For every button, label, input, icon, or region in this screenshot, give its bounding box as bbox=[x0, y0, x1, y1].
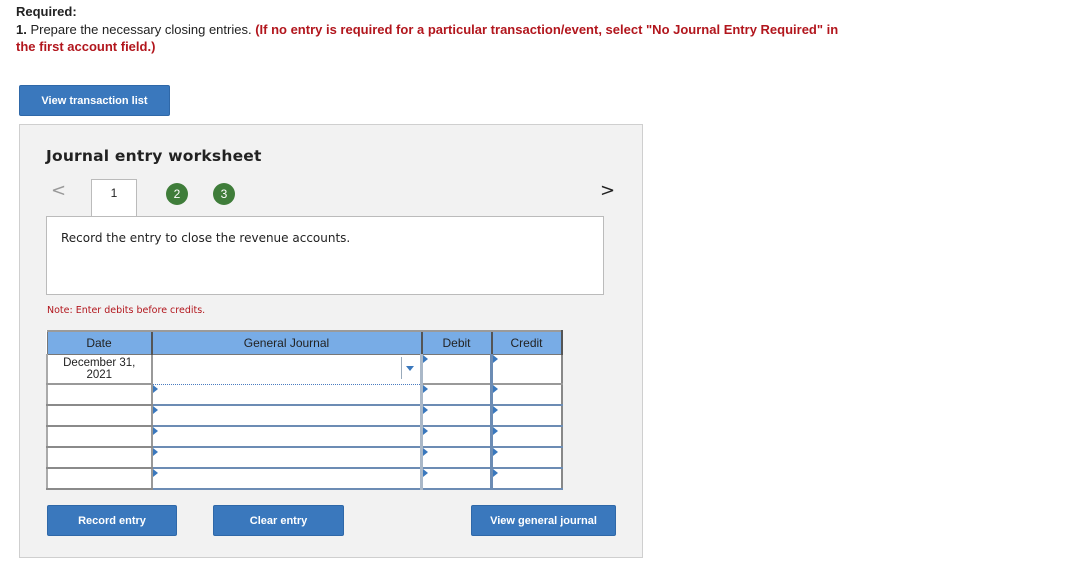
requirement-text: 1. Prepare the necessary closing entries… bbox=[16, 21, 856, 55]
input-marker-icon bbox=[493, 355, 498, 363]
table-header-row: Date General Journal Debit Credit bbox=[46, 330, 563, 355]
input-marker-icon bbox=[152, 427, 158, 435]
date-line: 2021 bbox=[86, 369, 113, 381]
tab-entry-1-label: 1 bbox=[110, 186, 118, 200]
input-marker-icon bbox=[423, 406, 428, 414]
table-row: December 31, 2021 bbox=[46, 354, 563, 385]
header-general-journal: General Journal bbox=[150, 330, 422, 355]
tab-entry-2[interactable]: 2 bbox=[166, 183, 188, 205]
input-marker-icon bbox=[423, 448, 428, 456]
input-marker-icon bbox=[423, 469, 428, 477]
credit-input[interactable] bbox=[491, 468, 563, 490]
date-cell bbox=[46, 384, 153, 406]
input-marker-icon bbox=[423, 427, 428, 435]
input-marker-icon bbox=[152, 406, 158, 414]
worksheet-title: Journal entry worksheet bbox=[46, 147, 262, 165]
input-marker-icon bbox=[423, 355, 428, 363]
input-marker-icon bbox=[152, 448, 158, 456]
credit-input[interactable] bbox=[491, 354, 563, 385]
header-credit: Credit bbox=[490, 330, 563, 355]
credit-input[interactable] bbox=[491, 426, 563, 448]
account-input[interactable] bbox=[151, 468, 423, 490]
debit-input[interactable] bbox=[421, 354, 493, 385]
table-row bbox=[46, 384, 563, 406]
tab-entry-1[interactable]: 1 bbox=[91, 179, 137, 216]
date-cell bbox=[46, 468, 153, 490]
requirement-description: Prepare the necessary closing entries. bbox=[26, 22, 252, 37]
account-input[interactable] bbox=[151, 405, 423, 427]
debit-input[interactable] bbox=[421, 426, 493, 448]
debit-input[interactable] bbox=[421, 405, 493, 427]
view-transaction-list-button[interactable]: View transaction list bbox=[19, 85, 170, 116]
table-row bbox=[46, 447, 563, 469]
input-marker-icon bbox=[493, 448, 498, 456]
credit-input[interactable] bbox=[491, 384, 563, 406]
credit-input[interactable] bbox=[491, 405, 563, 427]
table-row bbox=[46, 468, 563, 490]
journal-entry-worksheet-panel: Journal entry worksheet < 1 2 3 > Record… bbox=[19, 124, 643, 558]
note-text: Note: Enter debits before credits. bbox=[47, 305, 206, 316]
required-heading: Required: bbox=[16, 4, 77, 19]
requirement-number: 1. bbox=[16, 22, 27, 37]
account-input[interactable] bbox=[151, 426, 423, 448]
debit-input[interactable] bbox=[421, 468, 493, 490]
dropdown-arrow-icon[interactable] bbox=[401, 357, 418, 379]
date-cell: December 31, 2021 bbox=[46, 354, 153, 385]
input-marker-icon bbox=[152, 469, 158, 477]
record-entry-button[interactable]: Record entry bbox=[47, 505, 177, 536]
instruction-box: Record the entry to close the revenue ac… bbox=[46, 216, 604, 295]
account-input[interactable] bbox=[151, 384, 423, 406]
tab-entry-3[interactable]: 3 bbox=[213, 183, 235, 205]
debit-input[interactable] bbox=[421, 447, 493, 469]
table-row bbox=[46, 426, 563, 448]
instruction-text: Record the entry to close the revenue ac… bbox=[61, 231, 351, 245]
view-general-journal-button[interactable]: View general journal bbox=[471, 505, 616, 536]
input-marker-icon bbox=[493, 427, 498, 435]
input-marker-icon bbox=[493, 406, 498, 414]
chevron-left-icon[interactable]: < bbox=[51, 180, 66, 201]
clear-entry-button[interactable]: Clear entry bbox=[213, 505, 344, 536]
journal-entry-table: Date General Journal Debit Credit Decemb… bbox=[46, 330, 563, 490]
table-row bbox=[46, 405, 563, 427]
account-input[interactable] bbox=[151, 447, 423, 469]
account-select[interactable] bbox=[151, 354, 423, 385]
input-marker-icon bbox=[493, 385, 498, 393]
date-line: December 31, bbox=[63, 357, 136, 369]
date-cell bbox=[46, 426, 153, 448]
header-debit: Debit bbox=[420, 330, 492, 355]
date-cell bbox=[46, 405, 153, 427]
credit-input[interactable] bbox=[491, 447, 563, 469]
header-date: Date bbox=[46, 330, 152, 355]
chevron-right-icon[interactable]: > bbox=[600, 180, 615, 201]
debit-input[interactable] bbox=[421, 384, 493, 406]
date-cell bbox=[46, 447, 153, 469]
input-marker-icon bbox=[423, 385, 428, 393]
input-marker-icon bbox=[152, 384, 158, 393]
input-marker-icon bbox=[493, 469, 498, 477]
